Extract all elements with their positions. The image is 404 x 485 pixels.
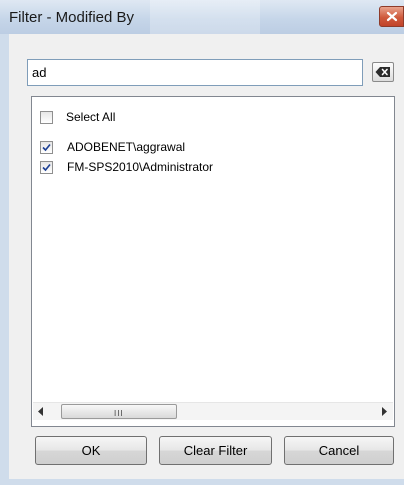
scroll-left-icon — [38, 407, 43, 416]
list-item-label: FM-SPS2010\Administrator — [67, 160, 214, 174]
clear-search-button[interactable] — [372, 62, 394, 82]
value-list[interactable]: Select All ADOBENET\aggrawal FM-SPS2010\… — [31, 96, 395, 427]
select-all-label: Select All — [66, 110, 116, 124]
backspace-icon — [375, 67, 390, 77]
horizontal-scrollbar[interactable]: III — [33, 402, 393, 420]
list-item-checkbox[interactable] — [40, 141, 53, 154]
cancel-button[interactable]: Cancel — [284, 436, 394, 465]
title-bar-glass-reflection — [150, 0, 260, 34]
filter-dialog: Filter - Modified By Select All ADOBENET… — [0, 0, 404, 485]
search-input[interactable] — [27, 59, 363, 86]
scroll-right-icon — [382, 407, 387, 416]
window-bottom-border — [0, 479, 404, 485]
select-all-checkbox[interactable] — [40, 111, 53, 124]
clear-filter-button[interactable]: Clear Filter — [159, 436, 272, 465]
checkmark-icon — [42, 163, 51, 172]
scroll-left-button[interactable] — [33, 403, 50, 420]
close-icon — [386, 11, 398, 22]
title-bar[interactable]: Filter - Modified By — [0, 0, 404, 34]
list-item-label: ADOBENET\aggrawal — [67, 140, 186, 154]
ok-button[interactable]: OK — [35, 436, 147, 465]
window-title: Filter - Modified By — [9, 9, 135, 26]
close-button[interactable] — [379, 6, 404, 27]
checkmark-icon — [42, 143, 51, 152]
scroll-right-button[interactable] — [376, 403, 393, 420]
scroll-thumb[interactable]: III — [61, 404, 177, 419]
list-item-checkbox[interactable] — [40, 161, 53, 174]
scroll-grip: III — [114, 409, 124, 418]
